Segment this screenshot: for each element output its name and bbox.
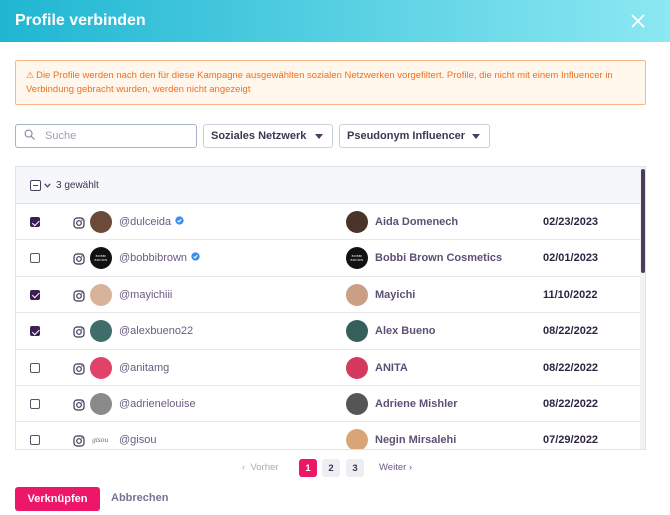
social-network-label: Soziales Netzwerk [211, 130, 307, 142]
profile-handle[interactable]: @dulceida [119, 216, 184, 228]
influencer-avatar [346, 320, 368, 343]
scrollbar-thumb[interactable] [641, 169, 645, 273]
influencer-name: ANITA [375, 361, 408, 374]
connected-date: 02/23/2023 [543, 216, 599, 228]
connected-date: 08/22/2022 [543, 325, 599, 338]
chevron-left-icon: ‹ [242, 462, 246, 473]
brand-logo: gisou [92, 437, 109, 445]
verified-badge-icon [191, 252, 200, 264]
chevron-down-icon[interactable] [44, 181, 51, 190]
search-input[interactable] [45, 130, 185, 142]
row-checkbox[interactable] [30, 398, 40, 409]
profile-handle-text: @alexbueno22 [119, 325, 194, 338]
cancel-button[interactable]: Abbrechen [111, 492, 168, 504]
profile-handle[interactable]: @mayichiii [119, 289, 172, 301]
chevron-right-icon: › [408, 462, 413, 473]
table-row[interactable]: @anitamg ANITA 08/22/2022 [16, 350, 641, 386]
influencer-name: Adriene Mishler [375, 397, 458, 410]
warning-icon: ⚠ [26, 70, 35, 80]
dialog-title: Profile verbinden [15, 12, 146, 29]
profile-handle-text: @dulceida [119, 216, 172, 228]
page-1-button[interactable]: 1 [299, 459, 317, 477]
row-checkbox[interactable] [30, 253, 40, 264]
instagram-icon [73, 216, 85, 229]
page-3-button[interactable]: 3 [346, 459, 364, 477]
influencer-avatar [346, 283, 368, 306]
influencer-avatar [346, 392, 368, 415]
search-icon [24, 127, 35, 145]
info-alert: ⚠ Die Profile werden nach den für diese K… [15, 60, 646, 105]
next-page-button[interactable]: Weiter › [379, 462, 412, 473]
influencer-avatar [346, 211, 368, 233]
connected-date: 11/10/2022 [543, 288, 598, 301]
connected-date: 07/29/2022 [543, 434, 599, 447]
page-2-button[interactable]: 2 [322, 459, 340, 477]
influencer-name: Alex Bueno [375, 325, 436, 338]
pseudonym-influencer-dropdown[interactable]: Pseudonym Influencer [339, 124, 490, 148]
table-header: 3 gewählt [16, 167, 645, 204]
profile-handle-text: @mayichiii [119, 288, 173, 301]
profile-avatar [90, 392, 112, 415]
instagram-icon [73, 398, 85, 411]
profile-handle[interactable]: @alexbueno22 [119, 325, 193, 337]
profile-avatar [90, 320, 112, 343]
verified-badge-icon [175, 216, 184, 228]
search-box[interactable] [15, 124, 197, 148]
table-row[interactable]: gisou @gisou Negin Mirsalehi 07/29/2022 [16, 422, 641, 449]
profile-avatar: BOBBI BROWN [90, 247, 112, 270]
influencer-name: Negin Mirsalehi [375, 434, 457, 447]
caret-down-icon [472, 134, 480, 139]
pagination: ‹ Vorher 1 2 3 Weiter › [0, 459, 670, 477]
instagram-icon [73, 325, 85, 338]
social-network-dropdown[interactable]: Soziales Netzwerk [203, 124, 333, 148]
row-checkbox[interactable] [30, 217, 40, 227]
influencer-avatar [346, 356, 368, 379]
table-row[interactable]: @mayichiii Mayichi 11/10/2022 [16, 277, 641, 314]
alert-text: Die Profile werden nach den für diese Ka… [26, 70, 613, 95]
profile-avatar [90, 283, 112, 306]
influencer-name: Mayichi [375, 288, 416, 301]
table-row[interactable]: @dulceida Aida Domenech 02/23/2023 [16, 204, 641, 241]
profile-avatar [90, 211, 112, 233]
table-row[interactable]: BOBBI BROWN @bobbibrown BOBBI BROWN Bobbi B… [16, 240, 641, 277]
profile-handle[interactable]: @adrienelouise [119, 398, 196, 410]
row-checkbox[interactable] [30, 435, 40, 446]
instagram-icon [73, 434, 85, 447]
instagram-icon [73, 289, 85, 302]
table-row[interactable]: @adrienelouise Adriene Mishler 08/22/2022 [16, 386, 641, 423]
profile-handle[interactable]: @gisou [119, 434, 156, 446]
caret-down-icon [315, 134, 323, 139]
instagram-icon [73, 252, 85, 265]
profile-handle-text: @anitamg [119, 361, 170, 374]
brand-logo: BOBBI BROWN [350, 254, 364, 263]
profile-handle-text: @gisou [119, 434, 157, 447]
connected-date: 08/22/2022 [543, 361, 599, 374]
pseudonym-influencer-label: Pseudonym Influencer [347, 130, 465, 142]
connected-date: 02/01/2023 [543, 252, 599, 265]
select-all-checkbox[interactable] [30, 179, 41, 191]
profile-avatar [90, 356, 112, 379]
profiles-table: 3 gewählt @dulceida Aida Domenech 02/23/20… [15, 166, 646, 450]
instagram-icon [73, 362, 85, 375]
prev-page-button[interactable]: ‹ Vorher [242, 462, 278, 473]
row-checkbox[interactable] [30, 289, 40, 300]
brand-logo: BOBBI BROWN [94, 254, 108, 263]
close-icon[interactable] [626, 9, 650, 33]
influencer-avatar [346, 429, 368, 449]
profile-handle-text: @adrienelouise [119, 397, 196, 410]
connect-button[interactable]: Verknüpfen [15, 487, 100, 511]
table-body: @dulceida Aida Domenech 02/23/2023 BOBBI BR… [16, 204, 641, 449]
profile-handle[interactable]: @anitamg [119, 362, 169, 374]
row-checkbox[interactable] [30, 362, 40, 373]
profile-handle-text: @bobbibrown [119, 252, 188, 265]
dialog-header: Profile verbinden [0, 0, 670, 42]
profile-handle[interactable]: @bobbibrown [119, 252, 200, 264]
influencer-name: Bobbi Brown Cosmetics [375, 252, 503, 265]
connected-date: 08/22/2022 [543, 397, 599, 410]
table-row[interactable]: @alexbueno22 Alex Bueno 08/22/2022 [16, 313, 641, 350]
row-checkbox[interactable] [30, 326, 40, 337]
selected-count: 3 gewählt [56, 179, 99, 191]
influencer-name: Aida Domenech [375, 216, 459, 228]
influencer-avatar: BOBBI BROWN [346, 247, 368, 270]
